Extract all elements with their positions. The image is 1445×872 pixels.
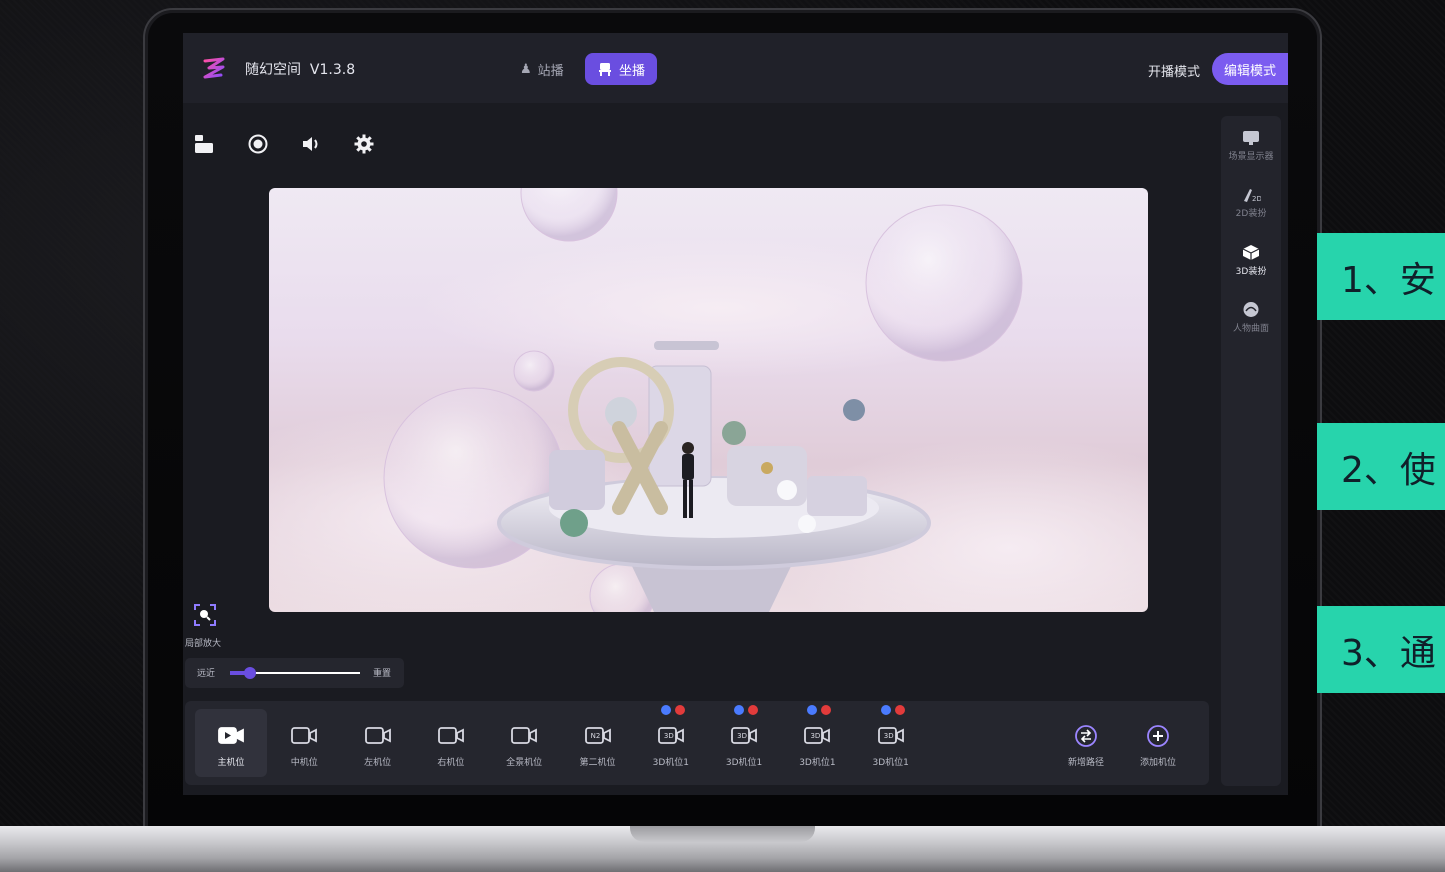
path-icon xyxy=(1075,725,1097,747)
panel-scene-monitor-label: 场景显示器 xyxy=(1228,152,1274,162)
panel-scene-monitor[interactable]: 场景显示器 xyxy=(1221,130,1281,162)
camera-button[interactable]: 主机位 xyxy=(195,709,267,777)
right-tool-panel: 场景显示器 2D 2D装扮 3D装扮 人物曲面 xyxy=(1221,116,1281,786)
camera-label: 右机位 xyxy=(437,758,465,768)
camera-badge: 3D xyxy=(663,732,674,740)
add-icon xyxy=(1147,725,1169,747)
panel-3d-dress[interactable]: 3D装扮 xyxy=(1221,244,1281,277)
camera-badge: 3D xyxy=(883,732,894,740)
camera-label: 3D机位1 xyxy=(872,758,909,768)
camera-sync-icon[interactable] xyxy=(880,705,891,715)
step-banner-2: 2、使 xyxy=(1317,423,1445,510)
magnify-area-label: 局部放大 xyxy=(185,639,222,649)
scene-render-image xyxy=(269,188,1148,612)
camera-badge: 3D xyxy=(737,732,748,740)
record-icon[interactable] xyxy=(247,133,269,155)
camera-badge: 3D xyxy=(810,732,821,740)
camera-label: 中机位 xyxy=(290,758,318,768)
cube-icon xyxy=(1242,245,1260,260)
action-label: 添加机位 xyxy=(1139,758,1176,768)
camera-button[interactable]: 左机位 xyxy=(342,709,414,777)
top-bar: 随幻空间 V1.3.8 ♟ 站播 坐播 开播模式 编辑模式 xyxy=(183,33,1288,103)
panel-person-curve[interactable]: 人物曲面 xyxy=(1221,301,1281,334)
camera-label: 3D机位1 xyxy=(725,758,763,768)
step-banner-3: 3、通 xyxy=(1317,606,1445,693)
camera-bar: 主机位 中机位 左机位 右机位 全景机位 N2 第二机位 3D 3D机位1 3D 3D机位1 3D 3D… xyxy=(185,701,1209,785)
app-title: 随幻空间 V1.3.8 xyxy=(245,62,356,78)
tab-sitting-label: 坐播 xyxy=(619,63,646,79)
laptop-notch xyxy=(630,826,815,842)
chair-icon xyxy=(599,63,611,76)
settings-icon[interactable] xyxy=(353,133,375,155)
app-screen: 随幻空间 V1.3.8 ♟ 站播 坐播 开播模式 编辑模式 场景显示器 2D 2… xyxy=(183,33,1288,795)
camera-label: 左机位 xyxy=(364,758,392,768)
camera-sync-icon[interactable] xyxy=(807,705,818,715)
volume-icon[interactable] xyxy=(300,133,322,155)
panel-3d-dress-label: 3D装扮 xyxy=(1235,267,1267,277)
camera-button[interactable]: 中机位 xyxy=(268,709,340,777)
add-camera-button[interactable]: 添加机位 xyxy=(1122,709,1194,777)
zoom-slider-box: 远近 重置 xyxy=(185,658,404,688)
person-curve-icon xyxy=(1243,302,1259,317)
camera-badge: N2 xyxy=(590,732,601,740)
camera-button[interactable]: 右机位 xyxy=(415,709,487,777)
camera-label: 3D机位1 xyxy=(652,758,689,768)
panel-2d-dress-label: 2D装扮 xyxy=(1235,209,1267,219)
camera-button[interactable]: N2 第二机位 xyxy=(562,709,634,777)
tab-standing-label: 站播 xyxy=(537,63,564,79)
camera-button[interactable]: 3D 3D机位1 xyxy=(781,705,853,777)
camera-label: 第二机位 xyxy=(579,758,616,768)
camera-sync-icon[interactable] xyxy=(734,705,745,715)
person-icon: ♟ xyxy=(520,61,532,77)
brush-2d-icon: 2D xyxy=(1244,189,1262,203)
add-path-button[interactable]: 新增路径 xyxy=(1050,709,1122,777)
camera-button[interactable]: 全景机位 xyxy=(488,709,560,777)
camera-delete-icon[interactable] xyxy=(674,705,685,715)
zoom-slider-thumb[interactable] xyxy=(243,667,256,679)
camera-button[interactable]: 3D 3D机位1 xyxy=(708,705,780,777)
app-logo-icon xyxy=(203,57,225,79)
camera-label: 全景机位 xyxy=(506,758,543,768)
camera-sync-icon[interactable] xyxy=(660,705,671,715)
camera-icon xyxy=(511,727,538,744)
tab-standing[interactable]: ♟ 站播 xyxy=(508,53,576,85)
svg-text:2D: 2D xyxy=(1252,195,1261,203)
camera-button[interactable]: 3D 3D机位1 xyxy=(855,705,927,777)
camera-icon xyxy=(291,727,318,744)
live-mode-button[interactable]: 开播模式 xyxy=(1148,61,1200,80)
camera-label: 主机位 xyxy=(217,758,245,768)
scene-viewport[interactable] xyxy=(269,188,1148,612)
step-banner-1: 1、安 xyxy=(1317,233,1445,320)
camera-icon xyxy=(218,727,244,744)
magnify-area-icon[interactable] xyxy=(193,603,217,627)
camera-label: 3D机位1 xyxy=(799,758,836,768)
panel-2d-dress[interactable]: 2D 2D装扮 xyxy=(1221,187,1281,219)
edit-mode-button[interactable]: 编辑模式 xyxy=(1212,53,1288,85)
action-label: 新增路径 xyxy=(1067,758,1104,768)
camera-delete-icon[interactable] xyxy=(821,705,832,715)
camera-button[interactable]: 3D 3D机位1 xyxy=(635,705,707,777)
tab-sitting[interactable]: 坐播 xyxy=(585,53,658,85)
camera-icon xyxy=(437,727,464,744)
camera-delete-icon[interactable] xyxy=(894,705,905,715)
reset-button[interactable]: 重置 xyxy=(373,666,391,679)
camera-delete-icon[interactable] xyxy=(748,705,759,715)
near-far-label: 远近 xyxy=(197,669,216,679)
monitor-icon xyxy=(1243,131,1259,145)
layout-icon[interactable] xyxy=(193,133,215,155)
camera-icon xyxy=(364,727,391,744)
panel-person-curve-label: 人物曲面 xyxy=(1232,324,1269,334)
edit-mode-label: 编辑模式 xyxy=(1224,63,1277,79)
